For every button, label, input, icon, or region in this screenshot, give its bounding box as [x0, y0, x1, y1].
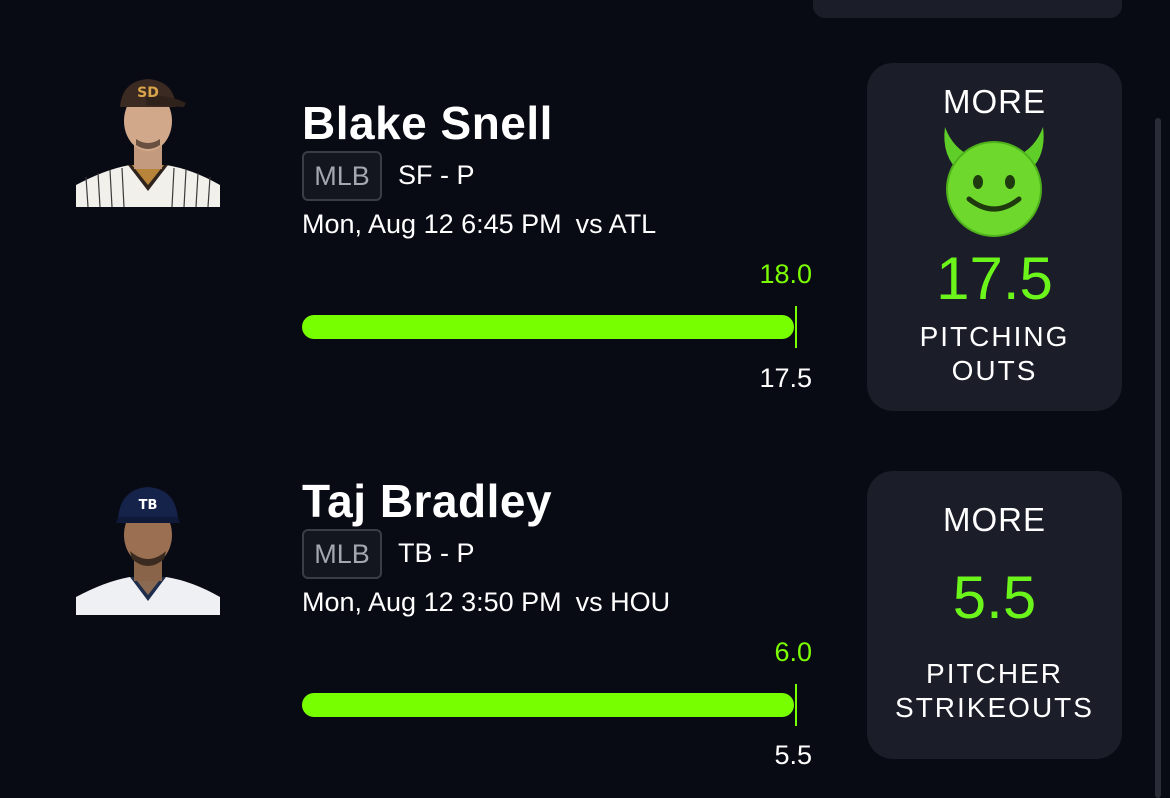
opponent: vs HOU — [575, 587, 671, 617]
svg-text:TB: TB — [139, 498, 158, 513]
projection-value: 6.0 — [774, 637, 812, 667]
line-value: 5.5 — [774, 740, 812, 770]
progress-fill — [302, 693, 794, 717]
game-time: Mon, Aug 12 3:50 PM — [302, 587, 562, 617]
progress-bar — [302, 693, 794, 717]
game-info: Mon, Aug 12 3:50 PM vs HOU — [302, 587, 670, 618]
line-marker — [795, 684, 797, 726]
team-position: TB - P — [398, 538, 475, 568]
stat-label-line2: STRIKEOUTS — [895, 692, 1094, 723]
league-badge: MLB — [302, 529, 382, 579]
stat-label: PITCHER STRIKEOUTS — [867, 657, 1122, 725]
player-headshot: TB — [76, 481, 220, 615]
pick-card[interactable]: MORE 5.5 PITCHER STRIKEOUTS — [867, 471, 1122, 759]
stat-value: 5.5 — [952, 564, 1037, 631]
stat-label-line1: PITCHER — [926, 658, 1063, 689]
pick-label: MORE — [943, 501, 1046, 538]
player-row-bradley: TB Taj Bradley MLB TB - P Mon, Aug 12 3:… — [0, 0, 1170, 770]
player-name: Taj Bradley — [302, 475, 553, 527]
